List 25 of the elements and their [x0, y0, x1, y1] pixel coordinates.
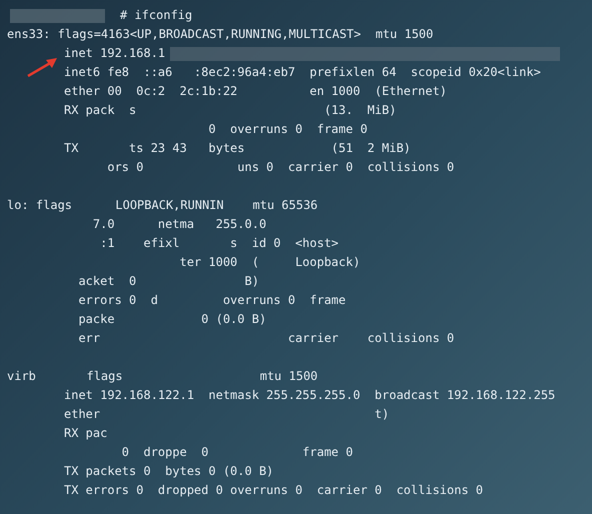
terminal-line: inet6 fe8 ::a6 :8ec2:96a4:eb7 prefixlen 64 scopeid 0x20<link>: [64, 64, 541, 81]
terminal-line: ter 1000 ( Loopback): [178, 254, 360, 271]
terminal-line: acket 0 B): [77, 273, 260, 290]
terminal-line: virb flags mtu 1500: [7, 368, 318, 385]
terminal-line: errors 0 d overruns 0 frame: [77, 292, 346, 309]
terminal-line: TX ts 23 43 bytes (51 2 MiB): [64, 140, 411, 157]
terminal-line: 0 overruns 0 frame 0: [207, 121, 368, 138]
terminal-line: RX pac: [64, 425, 108, 442]
terminal-line: lo: flags LOOPBACK,RUNNIN mtu 65536: [7, 197, 318, 214]
terminal-line: TX errors 0 dropped 0 overruns 0 carrier 0 collisions 0: [64, 482, 484, 499]
terminal-line: ors 0 uns 0 carrier 0 collisions 0: [106, 159, 454, 176]
terminal-line: err carrier collisions 0: [77, 330, 454, 347]
terminal-line: # ifconfig: [120, 7, 192, 24]
terminal-line: inet 192.168.1: [64, 45, 166, 62]
terminal-line: inet 192.168.122.1 netmask 255.255.255.0 broadcast 192.168.122.255: [64, 387, 556, 404]
terminal-line: 0 droppe 0 frame 0: [120, 444, 353, 461]
terminal-line: RX pack s (13. MiB): [64, 102, 396, 119]
terminal-line: 7.0 netma 255.0.0: [92, 216, 266, 233]
terminal-line: ether t): [64, 406, 390, 423]
terminal-line: TX packets 0 bytes 0 (0.0 B): [64, 463, 274, 480]
terminal-line: :1 efixl s id 0 <host>: [99, 235, 339, 252]
arrow-icon: [26, 56, 58, 78]
terminal-line: ether 00 0c:2 2c:1b:22 en 1000 (Ethernet): [64, 83, 447, 100]
terminal-line: packe 0 (0.0 B): [77, 311, 266, 328]
terminal-line: ens33: flags=4163<UP,BROADCAST,RUNNING,MULTICAST> mtu 1500: [7, 26, 434, 43]
